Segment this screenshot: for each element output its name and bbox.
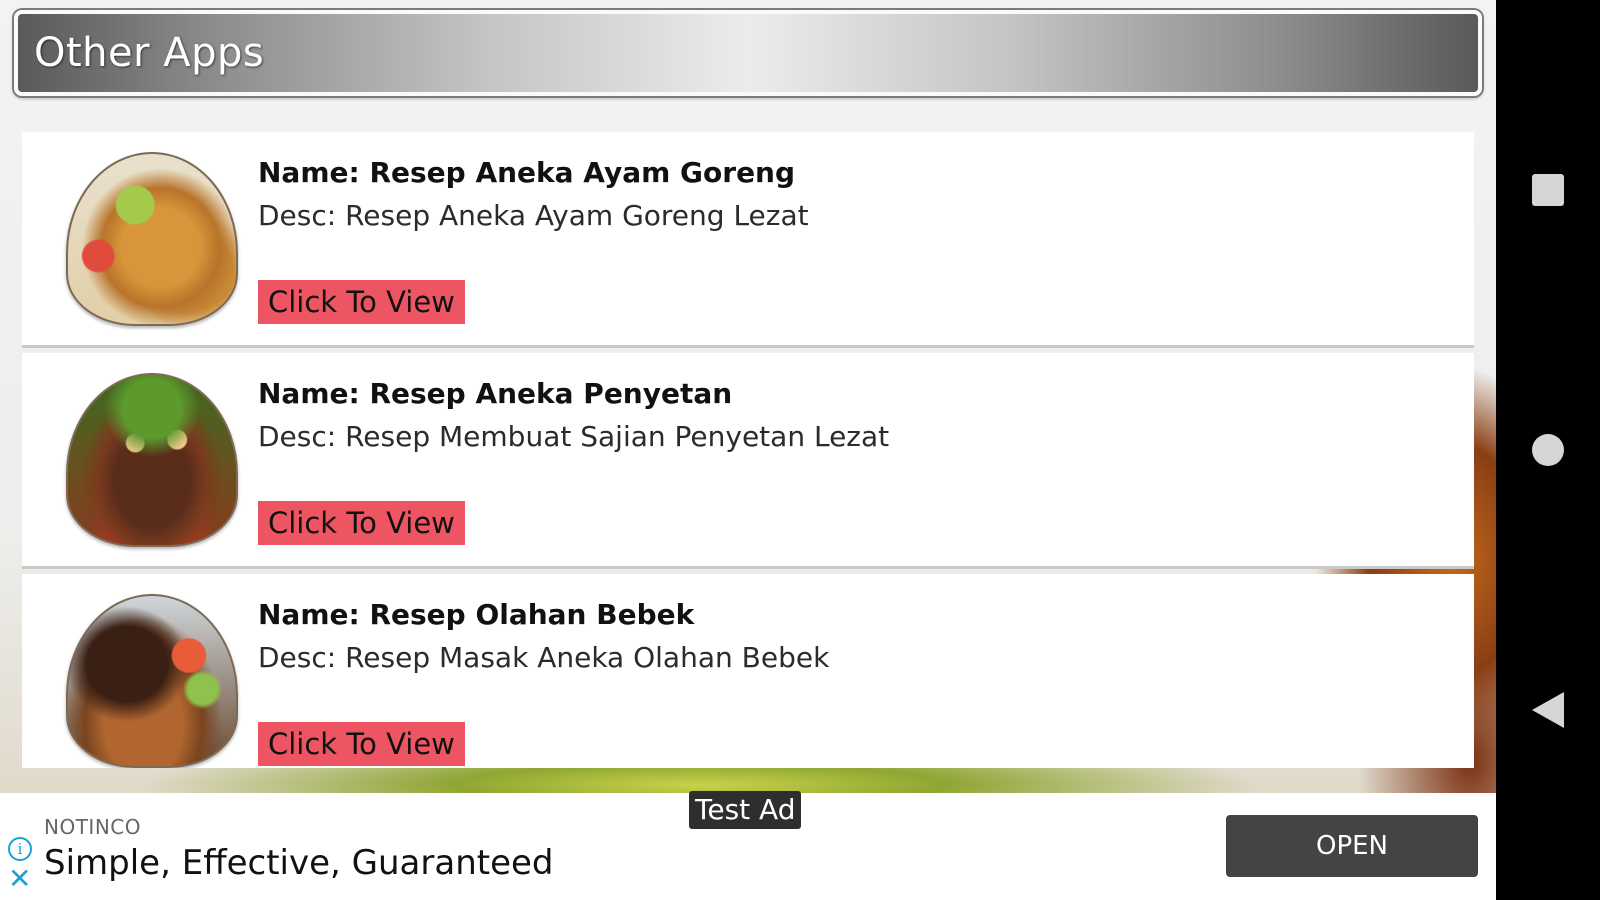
click-to-view-button[interactable]: Click To View	[258, 722, 465, 766]
app-name: Name: Resep Aneka Penyetan	[258, 377, 733, 410]
list-item[interactable]: Name: Resep Aneka Penyetan Desc: Resep M…	[22, 353, 1474, 569]
apps-list[interactable]: Name: Resep Aneka Ayam Goreng Desc: Rese…	[22, 132, 1474, 768]
back-icon[interactable]	[1532, 692, 1564, 728]
info-icon[interactable]: i	[8, 837, 32, 861]
recents-icon[interactable]	[1532, 174, 1564, 206]
home-icon[interactable]	[1532, 434, 1564, 466]
close-icon[interactable]: ✕	[8, 865, 31, 893]
app-screen: Other Apps Name: Resep Aneka Ayam Goreng…	[0, 0, 1496, 900]
ad-advertiser: NOTINCO	[44, 815, 141, 839]
click-to-view-button[interactable]: Click To View	[258, 280, 465, 324]
list-item[interactable]: Name: Resep Olahan Bebek Desc: Resep Mas…	[22, 574, 1474, 768]
app-description: Desc: Resep Membuat Sajian Penyetan Leza…	[258, 420, 890, 453]
system-nav-bar	[1496, 0, 1600, 900]
app-name: Name: Resep Aneka Ayam Goreng	[258, 156, 796, 189]
test-ad-label: Test Ad	[689, 791, 802, 829]
page-title: Other Apps	[34, 30, 265, 76]
ad-banner[interactable]: Test Ad i ✕ NOTINCO Simple, Effective, G…	[0, 791, 1496, 900]
click-to-view-button[interactable]: Click To View	[258, 501, 465, 545]
app-name: Name: Resep Olahan Bebek	[258, 598, 695, 631]
header-bar: Other Apps	[14, 10, 1482, 96]
penyetan-thumbnail	[66, 373, 238, 547]
fried-chicken-thumbnail	[66, 152, 238, 326]
list-item[interactable]: Name: Resep Aneka Ayam Goreng Desc: Rese…	[22, 132, 1474, 348]
ad-open-button[interactable]: OPEN	[1226, 815, 1478, 877]
ad-headline[interactable]: Simple, Effective, Guaranteed	[44, 843, 554, 883]
app-description: Desc: Resep Masak Aneka Olahan Bebek	[258, 641, 830, 674]
app-description: Desc: Resep Aneka Ayam Goreng Lezat	[258, 199, 809, 232]
duck-dish-thumbnail	[66, 594, 238, 768]
